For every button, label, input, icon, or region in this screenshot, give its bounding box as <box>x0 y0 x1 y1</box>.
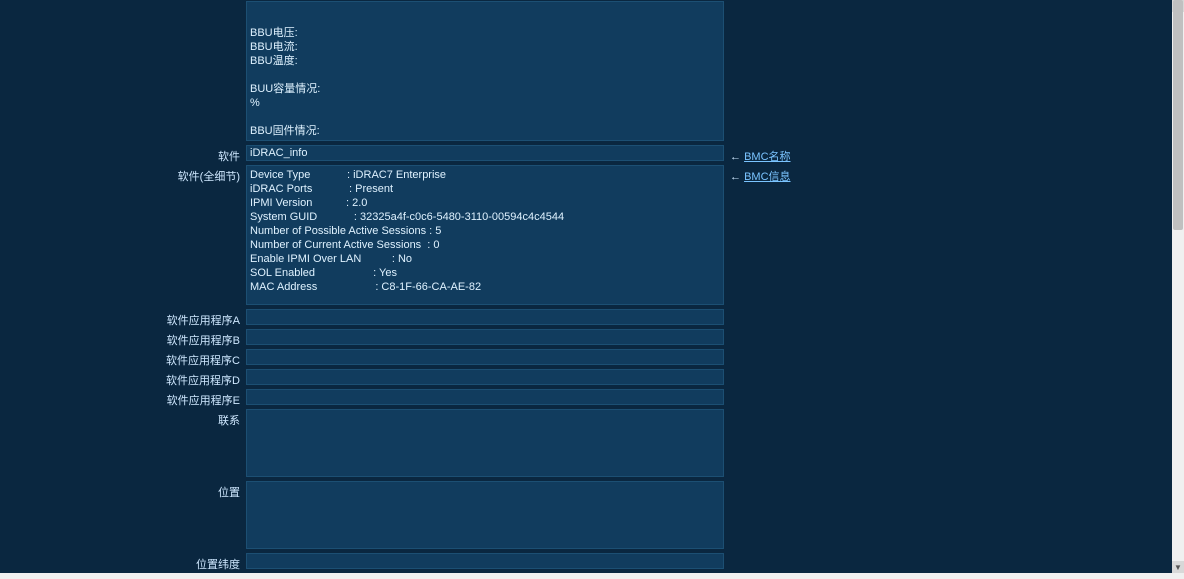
raid-bbu-textarea[interactable] <box>246 1 724 141</box>
scroll-down-button[interactable]: ▼ <box>1172 561 1184 573</box>
empty-label <box>4 1 246 4</box>
appD-input[interactable] <box>246 369 724 385</box>
hint-bmc-info: ← BMC信息 <box>730 165 791 184</box>
label-appA: 软件应用程序A <box>4 309 246 328</box>
contact-textarea[interactable] <box>246 409 724 477</box>
label-software: 软件 <box>4 145 246 164</box>
hint-bmc-name: ← BMC名称 <box>730 145 791 164</box>
location-textarea[interactable] <box>246 481 724 549</box>
label-software-detail: 软件(全细节) <box>4 165 246 184</box>
appB-input[interactable] <box>246 329 724 345</box>
outer-horizontal-scrollbar-track <box>0 573 1184 579</box>
label-latitude: 位置纬度 <box>4 553 246 572</box>
latitude-input[interactable] <box>246 553 724 569</box>
label-appD: 软件应用程序D <box>4 369 246 388</box>
software-detail-textarea[interactable] <box>246 165 724 305</box>
link-bmc-info[interactable]: BMC信息 <box>744 171 790 183</box>
label-appC: 软件应用程序C <box>4 349 246 368</box>
software-input[interactable] <box>246 145 724 161</box>
label-appB: 软件应用程序B <box>4 329 246 348</box>
outer-vertical-scrollbar[interactable]: ▲ ▼ <box>1172 0 1184 573</box>
link-bmc-name[interactable]: BMC名称 <box>744 151 790 163</box>
label-appE: 软件应用程序E <box>4 389 246 408</box>
arrow-icon: ← <box>730 151 741 163</box>
label-location: 位置 <box>4 481 246 500</box>
appC-input[interactable] <box>246 349 724 365</box>
label-contact: 联系 <box>4 409 246 428</box>
arrow-icon: ← <box>730 171 741 183</box>
scroll-thumb[interactable] <box>1173 0 1183 230</box>
page-scroll[interactable]: 软件 ← BMC名称 软件(全细节) ← BMC信息 <box>0 0 1172 573</box>
appE-input[interactable] <box>246 389 724 405</box>
appA-input[interactable] <box>246 309 724 325</box>
